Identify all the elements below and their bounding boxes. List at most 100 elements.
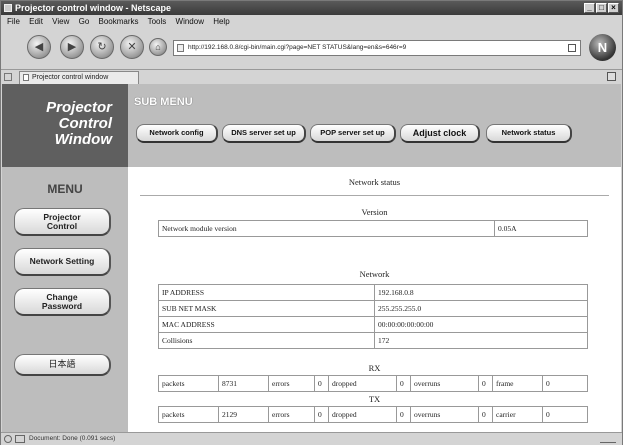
version-value: 0.05A (494, 220, 588, 237)
home-icon: ⌂ (155, 42, 161, 52)
tx-value: 0 (478, 406, 493, 423)
version-table: Network module version 0.05A (158, 220, 588, 237)
submenu-band: SUB MENU Network config DNS server set u… (128, 84, 621, 167)
button-label: 日本語 (48, 359, 76, 369)
app-icon (4, 4, 12, 12)
rx-value: 0 (314, 375, 329, 392)
menu-title: MENU (47, 182, 83, 196)
network-table: IP ADDRESS 192.168.0.8 SUB NET MASK 255.… (158, 284, 588, 349)
logo-line: Control (58, 115, 112, 132)
close-icon[interactable]: × (608, 3, 619, 13)
japanese-language-button[interactable]: 日本語 (14, 354, 111, 376)
logo-line: Window (54, 131, 112, 148)
rx-section-title: RX (368, 363, 381, 373)
change-password-button[interactable]: Change Password (14, 288, 111, 316)
tx-label: carrier (492, 406, 543, 423)
adjust-clock-button[interactable]: Adjust clock (400, 124, 480, 143)
network-value: 00:00:00:00:00:00 (374, 316, 588, 333)
minimize-icon[interactable]: _ (584, 3, 595, 13)
button-label: Password (41, 300, 83, 311)
browser-window: Projector control window - Netscape _ □ … (0, 0, 623, 445)
pop-server-setup-button[interactable]: POP server set up (310, 124, 396, 143)
sidebar: Projector Control Window MENU Projector C… (2, 84, 128, 432)
home-button[interactable]: ⌂ (149, 38, 167, 56)
status-text: Document: Done (0.091 secs) (29, 435, 116, 442)
rx-value: 0 (478, 375, 493, 392)
menu-tools[interactable]: Tools (148, 17, 167, 26)
tx-value: 2129 (218, 406, 269, 423)
dns-server-setup-button[interactable]: DNS server set up (222, 124, 306, 143)
stop-icon: ✕ (127, 41, 137, 53)
rx-label: dropped (328, 375, 397, 392)
page-title: Network status (348, 177, 401, 187)
table-row: Network module version 0.05A (158, 220, 588, 237)
tx-label: overruns (410, 406, 479, 423)
network-status-button[interactable]: Network status (486, 124, 572, 143)
reload-button[interactable]: ↻ (90, 35, 114, 59)
submenu-title: SUB MENU (134, 96, 193, 108)
network-label: SUB NET MASK (158, 300, 375, 317)
version-section-title: Version (361, 207, 388, 217)
projector-control-window-logo: Projector Control Window (2, 84, 128, 167)
rx-value: 0 (396, 375, 411, 392)
reload-icon: ↻ (97, 41, 107, 53)
projector-control-button[interactable]: Projector Control (14, 208, 111, 236)
network-label: Collisions (158, 332, 375, 349)
forward-icon: ▶ (67, 41, 77, 53)
table-row: IP ADDRESS 192.168.0.8 (158, 284, 588, 301)
tx-label: packets (158, 406, 219, 423)
tab-bar: Projector control window (1, 69, 622, 84)
button-label: Network Setting (29, 256, 95, 266)
rx-table: packets 8731 errors 0 dropped 0 overruns… (158, 375, 588, 392)
go-icon[interactable] (568, 44, 576, 52)
close-tab-icon[interactable] (607, 72, 616, 81)
online-status-icon (600, 435, 616, 443)
forward-button[interactable]: ▶ (60, 35, 84, 59)
back-button[interactable]: ◀ (27, 35, 51, 59)
network-value: 172 (374, 332, 588, 349)
network-value: 255.255.255.0 (374, 300, 588, 317)
menu-edit[interactable]: Edit (29, 17, 43, 26)
url-text: http://192.168.0.8/cgi-bin/main.cgi?page… (188, 44, 407, 51)
tx-label: dropped (328, 406, 397, 423)
network-config-button[interactable]: Network config (136, 124, 218, 143)
tx-table: packets 2129 errors 0 dropped 0 overruns… (158, 406, 588, 423)
table-row: SUB NET MASK 255.255.255.0 (158, 300, 588, 317)
tx-section-title: TX (368, 394, 381, 404)
rx-label: errors (268, 375, 315, 392)
page-icon (23, 74, 29, 81)
tx-value: 0 (314, 406, 329, 423)
menu-view[interactable]: View (52, 17, 69, 26)
menu-go[interactable]: Go (79, 17, 90, 26)
tab-list-icon[interactable] (4, 73, 12, 81)
network-status-panel: Network status Version Network module ve… (128, 167, 621, 432)
network-value: 192.168.0.8 (374, 284, 588, 301)
title-divider (140, 195, 609, 196)
url-bar[interactable]: http://192.168.0.8/cgi-bin/main.cgi?page… (173, 40, 581, 56)
maximize-icon[interactable]: □ (596, 3, 607, 13)
table-row: packets 2129 errors 0 dropped 0 overruns… (158, 406, 588, 423)
back-icon: ◀ (34, 41, 44, 53)
status-bar: Document: Done (0.091 secs) (1, 432, 622, 445)
stop-button[interactable]: ✕ (120, 35, 144, 59)
menu-file[interactable]: File (7, 17, 20, 26)
table-row: Collisions 172 (158, 332, 588, 349)
window-title: Projector control window - Netscape (15, 3, 172, 13)
menu-bookmarks[interactable]: Bookmarks (99, 17, 139, 26)
button-label: Control (46, 220, 78, 231)
menu-window[interactable]: Window (176, 17, 204, 26)
security-icon (4, 435, 12, 443)
title-bar: Projector control window - Netscape _ □ … (1, 1, 622, 15)
tx-value: 0 (396, 406, 411, 423)
tab-projector-control[interactable]: Projector control window (19, 71, 139, 84)
netscape-logo: N (589, 34, 616, 61)
tx-label: errors (268, 406, 315, 423)
menu-bar: File Edit View Go Bookmarks Tools Window… (1, 15, 622, 28)
tab-label: Projector control window (32, 74, 109, 81)
logo-line: Projector (46, 99, 112, 116)
table-row: packets 8731 errors 0 dropped 0 overruns… (158, 375, 588, 392)
network-section-title: Network (359, 269, 390, 279)
network-setting-button[interactable]: Network Setting (14, 248, 111, 276)
menu-help[interactable]: Help (213, 17, 229, 26)
rx-label: overruns (410, 375, 479, 392)
